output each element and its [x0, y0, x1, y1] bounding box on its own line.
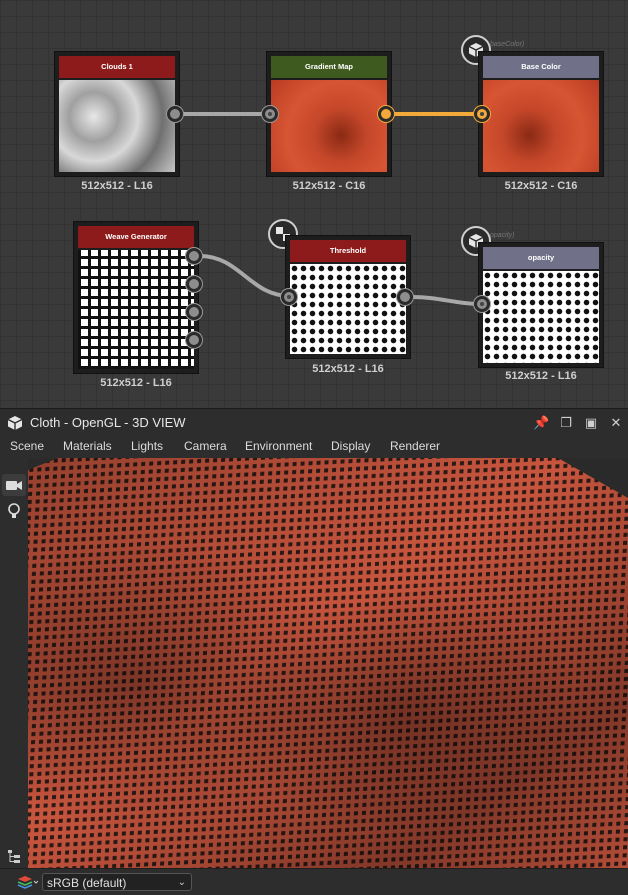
node-basecolor-thumbnail	[483, 80, 599, 172]
wire-weave-threshold	[199, 254, 291, 298]
colorspace-select[interactable]: sRGB (default) ⌄	[42, 873, 192, 891]
node-clouds-resolution: 512x512 - L16	[81, 180, 153, 192]
node-gradient-thumbnail	[271, 80, 387, 172]
gradient-input-port[interactable]	[262, 106, 278, 122]
opacity-input-port[interactable]	[474, 296, 490, 312]
cube-icon	[7, 415, 23, 436]
node-weave-generator[interactable]: Weave Generator	[73, 221, 199, 374]
float-icon[interactable]: ❐	[558, 415, 574, 431]
weave-output-port-3[interactable]	[186, 304, 202, 320]
menu-display[interactable]: Display	[331, 439, 370, 453]
node-basecolor-header: Base Color	[483, 56, 599, 78]
chevron-down-icon: ⌄	[177, 877, 186, 888]
node-gradient-map[interactable]: Gradient Map	[266, 51, 392, 177]
node-threshold-thumbnail	[290, 264, 406, 354]
menu-lights[interactable]: Lights	[131, 439, 163, 453]
3d-view-toolbar	[0, 458, 28, 868]
hierarchy-icon[interactable]	[6, 848, 22, 864]
gradient-output-port[interactable]	[378, 106, 394, 122]
weave-output-port-1[interactable]	[186, 248, 202, 264]
3d-view-titlebar: Cloth - OpenGL - 3D VIEW 📌 ❐ ▣ ✕	[0, 408, 628, 437]
threshold-output-port[interactable]	[397, 289, 413, 305]
node-weave-resolution: 512x512 - L16	[100, 377, 172, 389]
node-base-color[interactable]: Base Color	[478, 51, 604, 177]
node-opacity-resolution: 512x512 - L16	[505, 370, 577, 382]
node-opacity[interactable]: opacity	[478, 242, 604, 368]
3d-view-footer: sRGB (default) ⌄	[0, 868, 628, 895]
camera-icon[interactable]	[2, 474, 26, 496]
menu-scene[interactable]: Scene	[10, 439, 44, 453]
node-opacity-header: opacity	[483, 247, 599, 269]
node-gradient-resolution: 512x512 - C16	[292, 180, 366, 192]
light-bulb-icon[interactable]	[2, 500, 26, 522]
node-gradient-header: Gradient Map	[271, 56, 387, 78]
3d-view-title: Cloth - OpenGL - 3D VIEW	[30, 415, 186, 430]
node-weave-header: Weave Generator	[78, 226, 194, 248]
node-weave-thumbnail	[78, 250, 194, 369]
node-clouds[interactable]: Clouds 1	[54, 51, 180, 177]
node-graph[interactable]: Clouds 1 512x512 - L16 Gradient Map 512x…	[0, 0, 628, 408]
node-clouds-header: Clouds 1	[59, 56, 175, 78]
node-opacity-thumbnail	[483, 271, 599, 363]
menu-renderer[interactable]: Renderer	[390, 439, 440, 453]
layers-icon[interactable]	[16, 874, 39, 895]
basecolor-input-port[interactable]	[474, 106, 490, 122]
3d-view-panel: Cloth - OpenGL - 3D VIEW 📌 ❐ ▣ ✕ Scene M…	[0, 408, 628, 895]
node-basecolor-resolution: 512x512 - C16	[504, 180, 578, 192]
weave-output-port-2[interactable]	[186, 276, 202, 292]
opacity-output-label: opacity)	[490, 232, 515, 239]
menu-environment[interactable]: Environment	[245, 439, 312, 453]
weave-output-port-4[interactable]	[186, 332, 202, 348]
node-threshold-resolution: 512x512 - L16	[312, 363, 384, 375]
menu-materials[interactable]: Materials	[63, 439, 112, 453]
pin-icon[interactable]: 📌	[533, 415, 549, 431]
close-icon[interactable]: ✕	[608, 415, 624, 431]
threshold-input-port[interactable]	[281, 289, 297, 305]
node-threshold[interactable]: Threshold	[285, 235, 411, 359]
3d-view-menubar: Scene Materials Lights Camera Environmen…	[0, 436, 628, 458]
basecolor-output-label: baseColor)	[490, 41, 525, 48]
clouds-output-port[interactable]	[167, 106, 183, 122]
node-threshold-header: Threshold	[290, 240, 406, 262]
3d-viewport[interactable]	[28, 458, 628, 868]
menu-camera[interactable]: Camera	[184, 439, 227, 453]
node-clouds-thumbnail	[59, 80, 175, 172]
wire-threshold-opacity	[411, 295, 483, 306]
maximize-icon[interactable]: ▣	[583, 415, 599, 431]
colorspace-value: sRGB (default)	[47, 876, 127, 890]
cloth-render	[28, 458, 628, 868]
